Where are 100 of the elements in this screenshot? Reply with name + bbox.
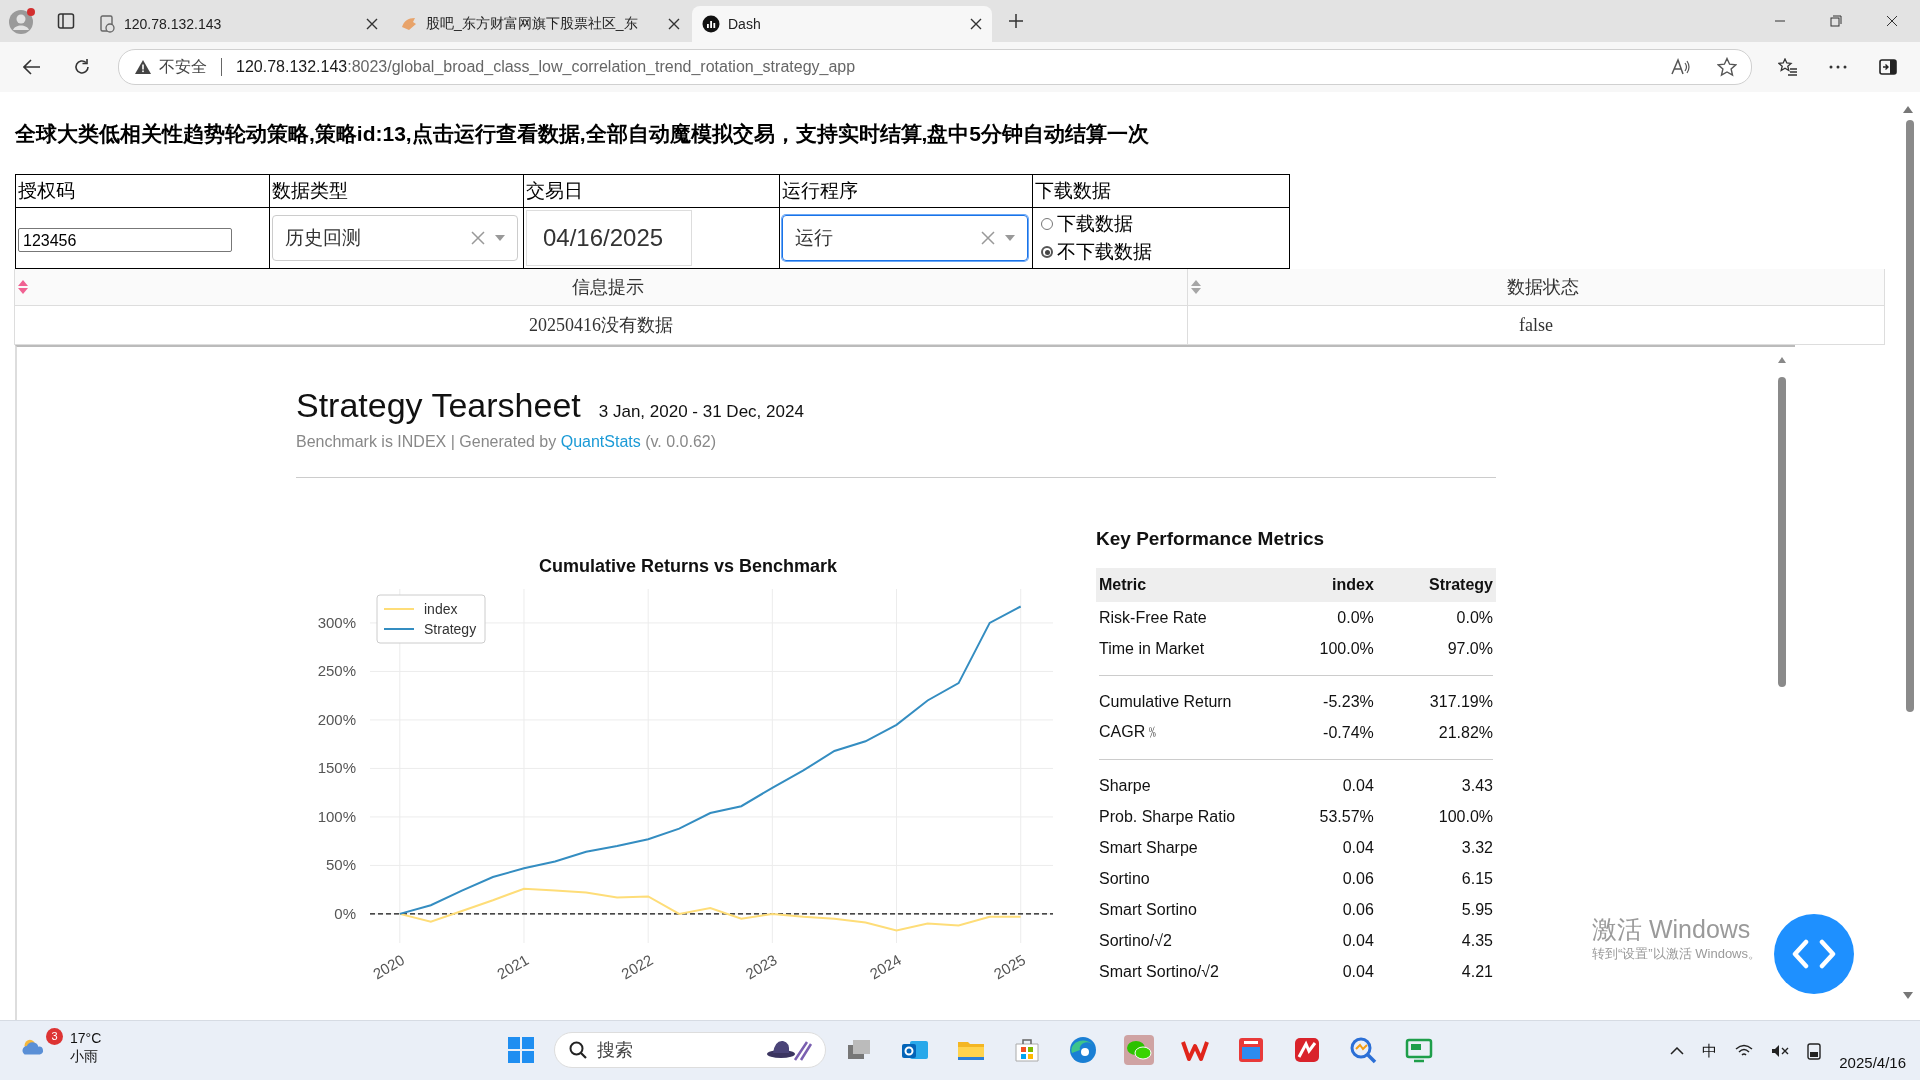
input-field[interactable]: 123456: [18, 228, 232, 252]
radio-label[interactable]: 下载数据: [1057, 212, 1133, 236]
metric-name: CAGR﹪: [1099, 723, 1162, 740]
field-label: 交易日: [526, 180, 583, 201]
axis-label: 200%: [317, 710, 356, 728]
close-icon[interactable]: [970, 18, 982, 30]
column-header: 信息提示: [570, 276, 645, 299]
close-icon[interactable]: [668, 18, 680, 30]
axis-label: 2024: [866, 950, 905, 983]
metric-name: Cumulative Return: [1099, 692, 1232, 710]
metric-name: Risk-Free Rate: [1099, 608, 1207, 626]
muted-speaker-icon[interactable]: [1771, 1044, 1790, 1058]
metric-value: 4.35: [1461, 931, 1493, 949]
metric-value: 0.04: [1342, 776, 1374, 794]
axis-label: 2022: [618, 950, 656, 983]
sidebar-icon[interactable]: [1879, 59, 1897, 75]
report-subtitle: Benchmark is INDEX | Generated by QuantStats (v. 0.0.62): [296, 433, 718, 451]
temperature-text: 17°C: [70, 1029, 102, 1047]
weather-text: 小雨: [70, 1047, 99, 1065]
battery-icon[interactable]: [1807, 1042, 1822, 1060]
dropdown[interactable]: 运行: [782, 215, 1028, 261]
caret-icon: [1005, 235, 1015, 241]
axis-label: 2023: [742, 950, 780, 983]
axis-label: 0%: [334, 904, 356, 922]
date-range: 3 Jan, 2020 - 31 Dec, 2024: [598, 402, 804, 422]
report-title: Strategy Tearsheet: [296, 385, 581, 426]
clear-icon[interactable]: [471, 231, 485, 245]
metric-value: 3.43: [1461, 776, 1493, 794]
scroll-down-icon[interactable]: [1903, 992, 1913, 999]
column-header: Metric: [1099, 576, 1147, 593]
metric-value: 0.04: [1342, 931, 1374, 949]
scroll-up-icon[interactable]: [1778, 357, 1786, 363]
metric-value: 0.04: [1342, 838, 1374, 856]
page-heading: 全球大类低相关性趋势轮动策略,策略id:13,点击运行查看数据,全部自动魔模拟交易，支持实时结算,盘中5分钟自动结算一次: [15, 121, 1151, 147]
date-field[interactable]: 04/16/2025: [526, 210, 692, 266]
browser-tab[interactable]: 120.78.132.143: [88, 6, 388, 42]
start-icon[interactable]: [506, 1035, 536, 1065]
favorites-icon[interactable]: [1778, 58, 1798, 76]
wifi-icon[interactable]: [1735, 1044, 1754, 1058]
radio-label[interactable]: 不下载数据: [1057, 240, 1152, 264]
table-cell-text: 20250416没有数据: [529, 314, 673, 337]
legend-label: index: [424, 601, 458, 617]
chevron-up-icon[interactable]: [1670, 1047, 1685, 1055]
activation-title: 激活 Windows: [1592, 914, 1752, 944]
warning-icon: [135, 60, 151, 74]
browser-icon[interactable]: [1068, 1035, 1098, 1065]
metric-name: Time in Market: [1099, 639, 1205, 657]
more-icon[interactable]: [1829, 65, 1847, 69]
column-header: Strategy: [1428, 576, 1493, 593]
browser-tab[interactable]: 股吧_东方财富网旗下股票社区_东: [390, 6, 690, 42]
metric-value: 100.0%: [1438, 807, 1493, 825]
new-tab-icon[interactable]: [1008, 13, 1024, 29]
sort-icon[interactable]: [18, 280, 28, 294]
restore-icon[interactable]: [1830, 15, 1842, 27]
axis-label: 250%: [317, 662, 356, 680]
chart-icon: [702, 15, 720, 33]
back-icon[interactable]: [23, 59, 41, 75]
metric-value: 3.32: [1461, 838, 1493, 856]
magnifier-icon[interactable]: [1348, 1035, 1378, 1065]
column-header: index: [1332, 576, 1374, 593]
metric-name: Smart Sharpe: [1099, 838, 1198, 856]
axis-label: 300%: [317, 613, 356, 631]
close-icon[interactable]: [1886, 15, 1898, 27]
metric-value: 100.0%: [1319, 639, 1374, 657]
address-bar[interactable]: 不安全 120.78.132.143:8023/global_broad_class_low_correlation_trend_rotation_strategy_app: [118, 49, 1752, 85]
close-icon[interactable]: [366, 18, 378, 30]
column-header: 数据状态: [1505, 276, 1580, 299]
page-icon: [98, 15, 116, 33]
tab-actions-icon[interactable]: [57, 12, 75, 30]
metric-name: Sharpe: [1099, 776, 1151, 794]
sort-icon[interactable]: [1191, 280, 1201, 294]
dropdown[interactable]: 历史回测: [272, 215, 518, 261]
stock-app-icon[interactable]: [1292, 1035, 1322, 1065]
axis-label: 2021: [494, 950, 532, 983]
search-field[interactable]: 搜索: [554, 1032, 826, 1068]
read-aloud-icon[interactable]: [1671, 58, 1691, 76]
browser-tab[interactable]: Dash: [692, 6, 992, 42]
scroll-up-icon[interactable]: [1903, 106, 1913, 113]
legend-label: Strategy: [424, 621, 477, 637]
favorite-star-icon[interactable]: [1717, 57, 1737, 77]
input-method-indicator[interactable]: 中: [1702, 1041, 1718, 1061]
notification-badge: 3: [46, 1028, 63, 1045]
clock-date[interactable]: 2025/4/16: [1839, 1053, 1906, 1071]
axis-label: 2025: [990, 950, 1029, 983]
field-label: 授权码: [18, 180, 75, 201]
radio-button[interactable]: [1041, 246, 1053, 258]
axis-label: 150%: [317, 759, 356, 777]
newspaper-icon[interactable]: [1236, 1035, 1266, 1065]
table-cell: false: [1519, 314, 1553, 336]
metric-value: -0.74%: [1323, 723, 1374, 741]
clear-icon[interactable]: [981, 231, 995, 245]
metric-value: -5.23%: [1323, 692, 1374, 710]
field-label: 数据类型: [272, 180, 348, 201]
url-text: 120.78.132.143:8023/global_broad_class_low_correlation_trend_rotation_strategy_app: [236, 58, 856, 76]
profile-icon[interactable]: [8, 7, 36, 35]
metric-value: 6.15: [1461, 869, 1493, 887]
metric-value: 0.04: [1342, 962, 1374, 980]
refresh-icon[interactable]: [73, 58, 91, 76]
metric-value: 5.95: [1461, 900, 1493, 918]
metric-value: 21.82%: [1438, 723, 1493, 741]
